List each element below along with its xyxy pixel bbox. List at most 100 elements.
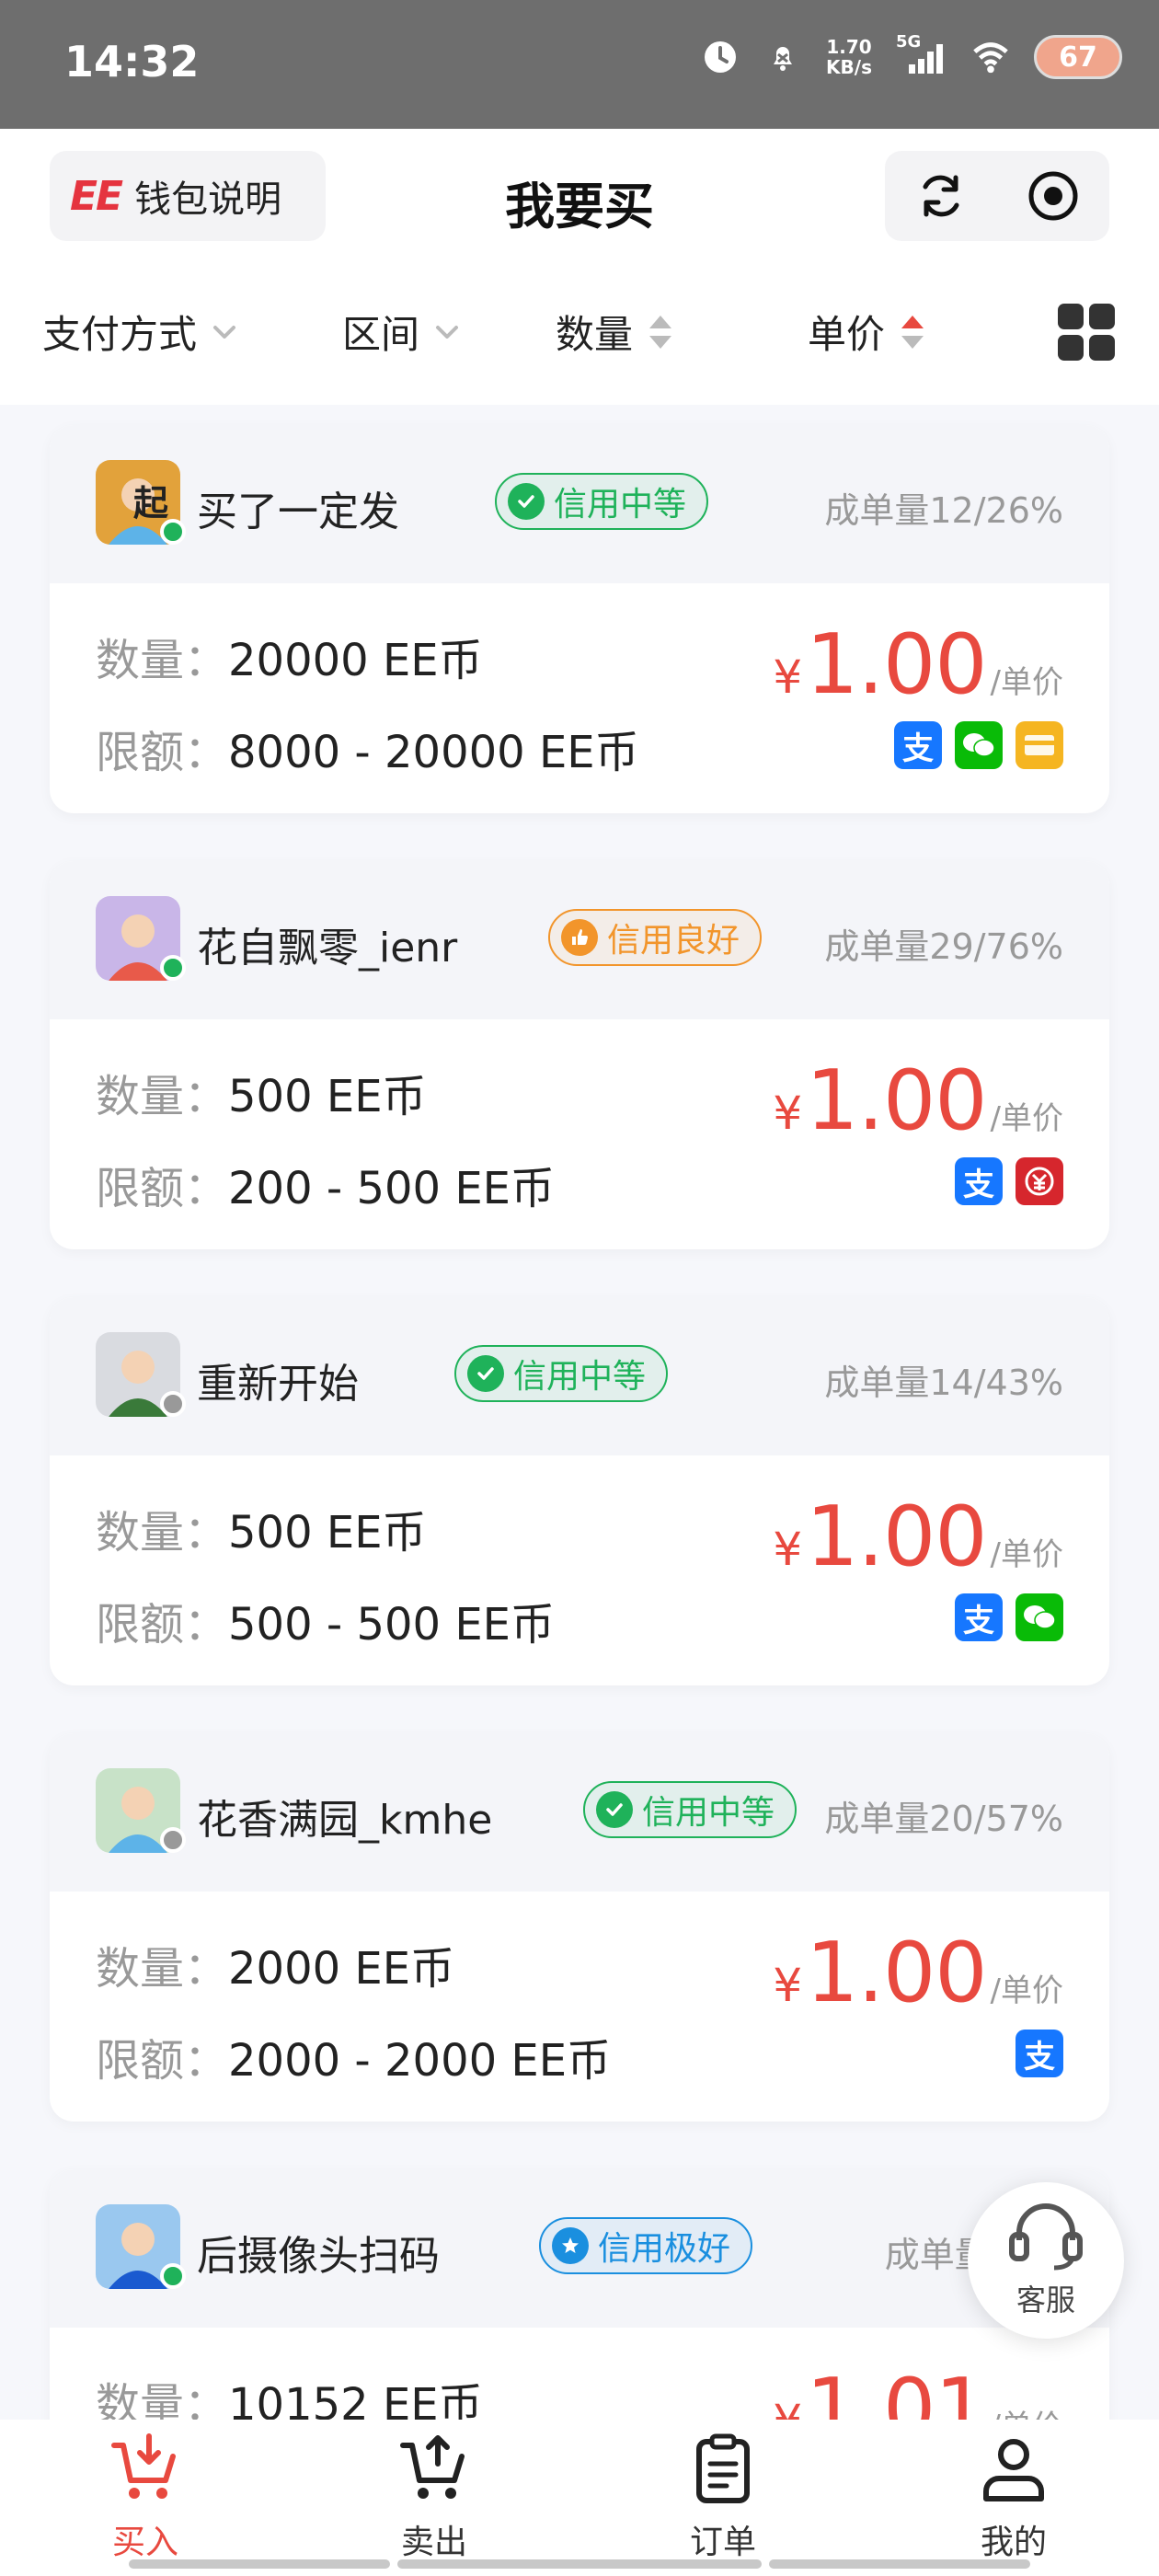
credit-badge: 信用中等 — [495, 473, 709, 530]
customer-service-button[interactable]: 客服 — [968, 2182, 1124, 2339]
seller-name: 重新开始 — [197, 1361, 359, 1408]
limit-value: 500 - 500 EE币 — [228, 1599, 556, 1650]
listing-card[interactable]: 重新开始 信用中等 成单量14/43% 数量：500 EE币 限额：500 - … — [50, 1297, 1109, 1685]
battery-icon: 67 — [1034, 35, 1122, 79]
refresh-icon[interactable] — [913, 168, 969, 224]
price-value: 1.00 — [806, 1925, 987, 2021]
credit-badge-label: 信用极好 — [598, 2230, 731, 2268]
header-actions — [885, 151, 1109, 241]
alipay-icon: 支 — [955, 1593, 1003, 1641]
seller-name: 花香满园_kmhe — [197, 1797, 493, 1844]
credit-badge-label: 信用良好 — [607, 922, 740, 960]
quantity-value: 500 EE币 — [228, 1071, 427, 1122]
filter-label: 单价 — [808, 312, 886, 357]
filter-payment-method[interactable]: 支付方式 — [42, 304, 239, 360]
payment-methods: 支 — [1016, 2030, 1063, 2077]
price-value: 1.00 — [806, 1489, 987, 1585]
price-unit: /单价 — [990, 664, 1063, 701]
unit-price: ¥ 1.00 /单价 — [773, 616, 1063, 713]
credit-badge-label: 信用中等 — [513, 1358, 647, 1396]
unit-price: ¥ 1.00 /单价 — [773, 1489, 1063, 1585]
filter-bar: 支付方式 区间 数量 单价 — [0, 267, 1159, 405]
nav-me[interactable]: 我的 — [949, 2432, 1078, 2563]
thumbs-up-icon — [561, 919, 598, 956]
status-bar: 14:32 1.70 KB/s 5G 67 — [0, 0, 1159, 129]
deal-count: 成单量20/57% — [824, 1799, 1063, 1839]
filter-quantity[interactable]: 数量 — [556, 304, 675, 360]
listing-list: 起 买了一定发 信用中等 成单量12/26% 数量：20000 EE币 限额：8… — [50, 425, 1109, 2576]
limit-row: 限额：200 - 500 EE币 — [96, 1152, 555, 1216]
nav-buy[interactable]: 买入 — [81, 2432, 210, 2563]
listing-header: 花自飘零_ienr 信用良好 成单量29/76% — [50, 861, 1109, 1019]
limit-value: 2000 - 2000 EE币 — [228, 2035, 612, 2087]
alipay-icon: 支 — [894, 721, 942, 769]
deal-count: 成单量29/76% — [824, 926, 1063, 967]
price-unit: /单价 — [990, 1972, 1063, 2009]
online-status-dot — [160, 519, 186, 545]
quantity-row: 数量：500 EE币 — [96, 1496, 427, 1560]
grid-view-icon[interactable] — [1056, 302, 1117, 362]
quantity-row: 数量：20000 EE币 — [96, 624, 483, 688]
status-time: 14:32 — [64, 37, 200, 86]
limit-row: 限额：8000 - 20000 EE币 — [96, 716, 639, 780]
limit-value: 200 - 500 EE币 — [228, 1163, 556, 1214]
listing-body: 数量：20000 EE币 限额：8000 - 20000 EE币 ¥ 1.00 … — [50, 583, 1109, 813]
alipay-icon: 支 — [1016, 2030, 1063, 2077]
filter-range[interactable]: 区间 — [342, 304, 462, 360]
quantity-label: 数量： — [96, 1507, 229, 1558]
listing-body: 数量：500 EE币 限额：500 - 500 EE币 ¥ 1.00 /单价 支 — [50, 1455, 1109, 1685]
net-speed: 1.70 KB/s — [826, 36, 872, 78]
listing-header: 花香满园_kmhe 信用中等 成单量20/57% — [50, 1733, 1109, 1892]
sort-icon — [649, 315, 672, 349]
filter-label: 支付方式 — [42, 312, 198, 357]
quantity-value: 500 EE币 — [228, 1507, 427, 1558]
limit-row: 限额：2000 - 2000 EE币 — [96, 2024, 611, 2088]
seller-name: 花自飘零_ienr — [197, 925, 458, 972]
credit-badge-label: 信用中等 — [554, 486, 687, 523]
star-icon — [552, 2227, 589, 2264]
limit-row: 限额：500 - 500 EE币 — [96, 1588, 555, 1652]
currency-symbol: ¥ — [773, 650, 803, 704]
nav-sell[interactable]: 卖出 — [370, 2432, 499, 2563]
mute-bell-icon — [763, 38, 802, 76]
person-icon — [983, 2439, 1044, 2501]
nav-indicator — [129, 2559, 390, 2569]
listing-header: 起 买了一定发 信用中等 成单量12/26% — [50, 425, 1109, 583]
sort-icon — [901, 315, 924, 349]
nav-orders[interactable]: 订单 — [659, 2432, 787, 2563]
check-icon — [596, 1791, 633, 1828]
quantity-row: 数量：2000 EE币 — [96, 1932, 454, 1996]
filter-label: 数量 — [556, 312, 634, 357]
currency-symbol: ¥ — [773, 1523, 803, 1576]
listing-card[interactable]: 起 买了一定发 信用中等 成单量12/26% 数量：20000 EE币 限额：8… — [50, 425, 1109, 813]
record-icon[interactable] — [1026, 168, 1081, 224]
listing-card[interactable]: 花香满园_kmhe 信用中等 成单量20/57% 数量：2000 EE币 限额：… — [50, 1733, 1109, 2122]
check-icon — [467, 1355, 504, 1392]
credit-badge: 信用良好 — [548, 909, 763, 966]
nav-indicator — [397, 2559, 762, 2569]
clipboard-icon — [696, 2433, 750, 2503]
filter-label: 区间 — [342, 312, 420, 357]
currency-symbol: ¥ — [773, 1959, 803, 2012]
deal-count: 成单量14/43% — [824, 1363, 1063, 1403]
listing-card[interactable]: 花自飘零_ienr 信用良好 成单量29/76% 数量：500 EE币 限额：2… — [50, 861, 1109, 1249]
limit-label: 限额： — [96, 2035, 229, 2087]
quantity-label: 数量： — [96, 635, 229, 686]
credit-badge-label: 信用中等 — [642, 1794, 775, 1832]
card-icon — [1016, 721, 1063, 769]
filter-unit-price[interactable]: 单价 — [808, 304, 927, 360]
listing-body: 数量：500 EE币 限额：200 - 500 EE币 ¥ 1.00 /单价 支 — [50, 1019, 1109, 1249]
svg-text:起: 起 — [133, 482, 169, 523]
nav-label: 我的 — [980, 2524, 1047, 2561]
listing-body: 数量：2000 EE币 限额：2000 - 2000 EE币 ¥ 1.00 /单… — [50, 1892, 1109, 2122]
price-value: 1.00 — [806, 1052, 987, 1149]
nav-label: 订单 — [689, 2524, 756, 2561]
quantity-label: 数量： — [96, 1943, 229, 1995]
limit-label: 限额： — [96, 1599, 229, 1650]
customer-service-label: 客服 — [1016, 2283, 1075, 2317]
status-icons: 1.70 KB/s 5G 67 — [701, 32, 1122, 79]
quantity-value: 20000 EE币 — [228, 635, 483, 686]
payment-methods: 支 — [894, 721, 1063, 769]
deal-count: 成单量12/26% — [824, 490, 1063, 531]
payment-methods: 支 — [955, 1593, 1063, 1641]
